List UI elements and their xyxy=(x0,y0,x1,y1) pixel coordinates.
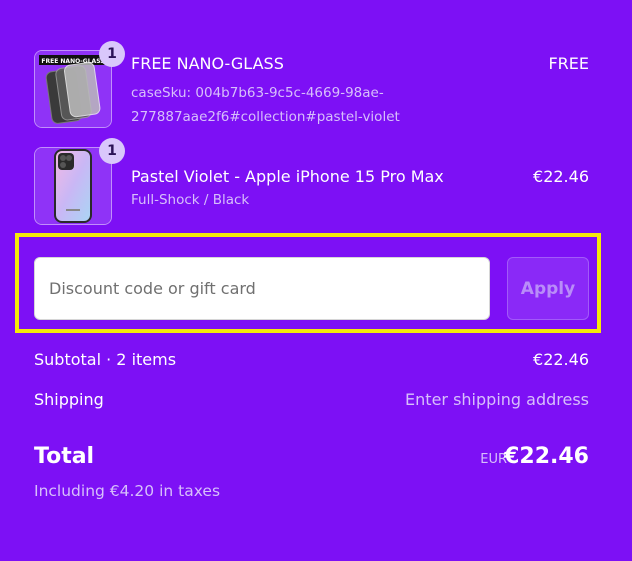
discount-code-input[interactable] xyxy=(34,257,490,320)
shipping-value: Enter shipping address xyxy=(405,390,589,409)
item-price: €22.46 xyxy=(533,167,589,186)
phone-case-thumbnail: 1 xyxy=(34,138,125,225)
screen-protector-image: FREE NANO-GLASS xyxy=(35,51,111,127)
subtotal-label: Subtotal · 2 items xyxy=(34,350,177,369)
total-value: €22.46 xyxy=(504,444,589,469)
phone-case-image xyxy=(35,148,111,224)
apply-discount-button[interactable]: Apply xyxy=(507,257,589,320)
subtotal-value: €22.46 xyxy=(533,350,589,369)
line-item-phone-case: 1 Pastel Violet - Apple iPhone 15 Pro Ma… xyxy=(34,138,589,227)
item-detail-line-1: caseSku: 004b7b63-9c5c-4669-98ae- xyxy=(131,85,384,101)
total-currency: EUR xyxy=(480,452,507,467)
item-variant: Full-Shock / Black xyxy=(131,192,250,208)
thumb-label: FREE NANO-GLASS xyxy=(41,58,104,65)
line-item-nano-glass: FREE NANO-GLASS 1 FREE NANO-GLASS caseSk… xyxy=(34,41,589,130)
quantity-badge: 1 xyxy=(99,138,125,164)
shipping-label: Shipping xyxy=(34,390,104,409)
nano-glass-thumbnail: FREE NANO-GLASS 1 xyxy=(34,41,125,128)
quantity-badge: 1 xyxy=(99,41,125,67)
taxes-note: Including €4.20 in taxes xyxy=(34,482,221,500)
item-detail-line-2: 277887aae2f6#collection#pastel-violet xyxy=(131,109,400,125)
item-price: FREE xyxy=(548,54,589,73)
item-name: Pastel Violet - Apple iPhone 15 Pro Max xyxy=(131,167,444,186)
total-label: Total xyxy=(34,444,95,469)
item-name: FREE NANO-GLASS xyxy=(131,54,284,73)
